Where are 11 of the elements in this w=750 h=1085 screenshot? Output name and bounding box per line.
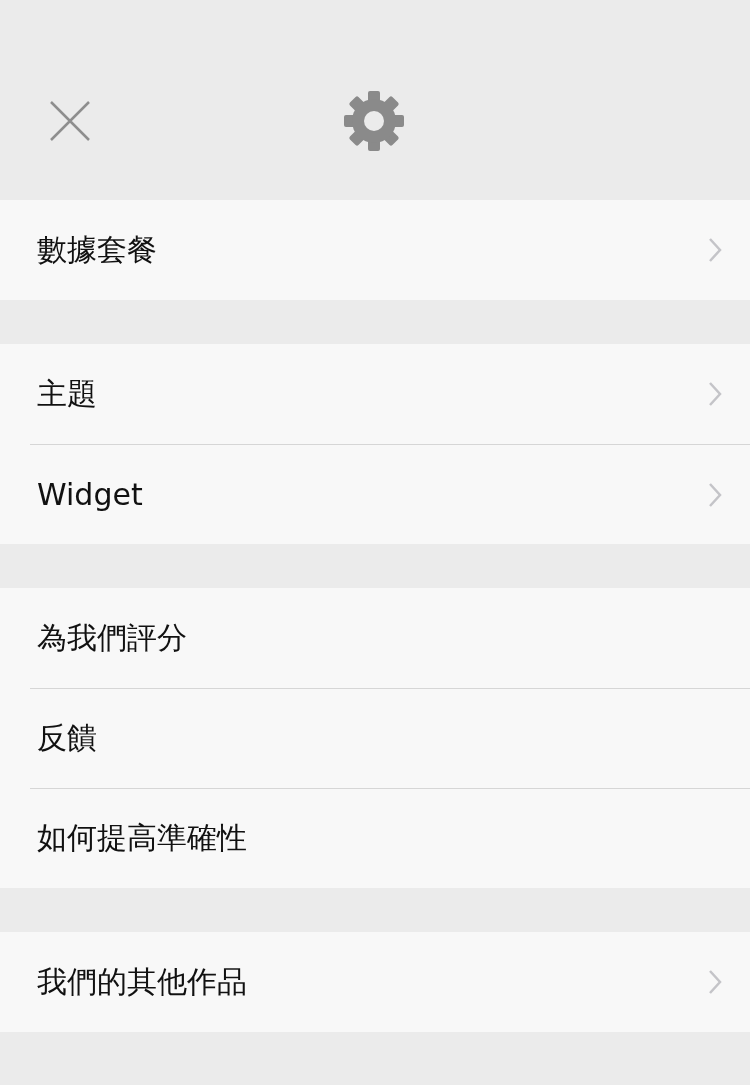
close-icon[interactable] <box>49 100 91 142</box>
settings-icon[interactable] <box>342 89 406 153</box>
chevron-icon <box>708 237 722 263</box>
menu-item[interactable]: Widget <box>30 444 750 544</box>
chevron-icon <box>708 481 722 508</box>
chevron-icon <box>708 969 722 995</box>
menu-item[interactable]: 如何提高準確性 <box>30 788 750 888</box>
menu-item[interactable]: 主題 <box>30 344 750 444</box>
menu-item[interactable]: 為我們評分 <box>30 588 750 688</box>
chevron-icon <box>708 381 722 407</box>
menu-item[interactable]: 反饋 <box>30 688 750 788</box>
